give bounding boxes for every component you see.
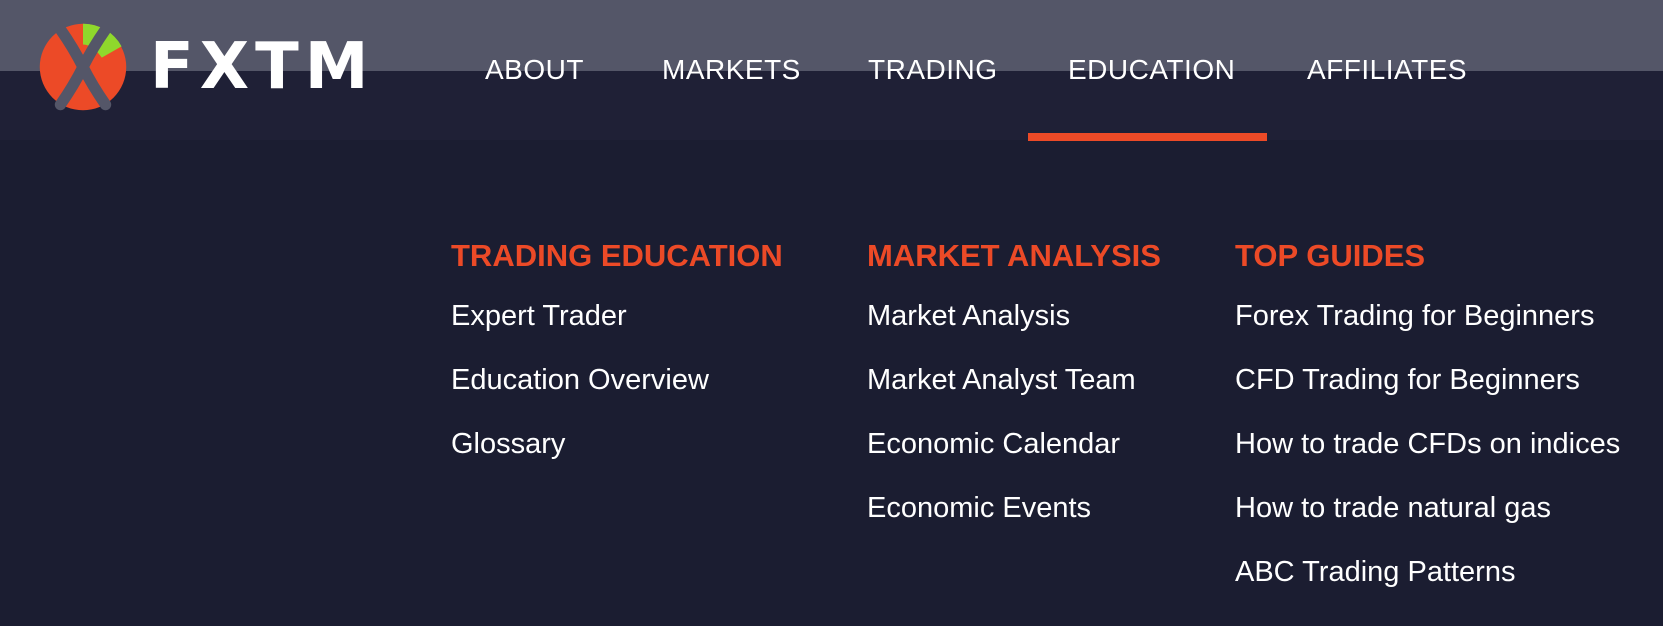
menu-heading: TOP GUIDES [1235,238,1426,273]
nav-markets[interactable]: MARKETS [662,50,801,90]
menu-link-forex-trading-beginners[interactable]: Forex Trading for Beginners [1235,296,1620,336]
menu-link-cfds-on-indices[interactable]: How to trade CFDs on indices [1235,424,1620,464]
nav-education[interactable]: EDUCATION [1068,50,1235,90]
main-nav: ABOUT MARKETS TRADING EDUCATION AFFILIAT… [0,0,1663,141]
menu-link-glossary[interactable]: Glossary [451,424,783,464]
nav-trading[interactable]: TRADING [868,50,998,90]
menu-column-top-guides: TOP GUIDES Forex Trading for Beginners C… [1235,234,1620,616]
menu-link-education-overview[interactable]: Education Overview [451,360,783,400]
menu-column-market-analysis: MARKET ANALYSIS Market Analysis Market A… [867,234,1161,552]
menu-link-cfd-trading-beginners[interactable]: CFD Trading for Beginners [1235,360,1620,400]
menu-link-expert-trader[interactable]: Expert Trader [451,296,783,336]
menu-heading: MARKET ANALYSIS [867,238,1161,273]
nav-about[interactable]: ABOUT [485,50,584,90]
menu-heading: TRADING EDUCATION [451,238,783,273]
menu-column-trading-education: TRADING EDUCATION Expert Trader Educatio… [451,234,783,488]
menu-link-economic-events[interactable]: Economic Events [867,488,1161,528]
menu-link-natural-gas[interactable]: How to trade natural gas [1235,488,1620,528]
menu-link-economic-calendar[interactable]: Economic Calendar [867,424,1161,464]
menu-link-market-analyst-team[interactable]: Market Analyst Team [867,360,1161,400]
menu-link-abc-trading-patterns[interactable]: ABC Trading Patterns [1235,552,1620,592]
menu-link-market-analysis[interactable]: Market Analysis [867,296,1161,336]
active-nav-indicator [1028,133,1267,141]
nav-affiliates[interactable]: AFFILIATES [1307,50,1467,90]
